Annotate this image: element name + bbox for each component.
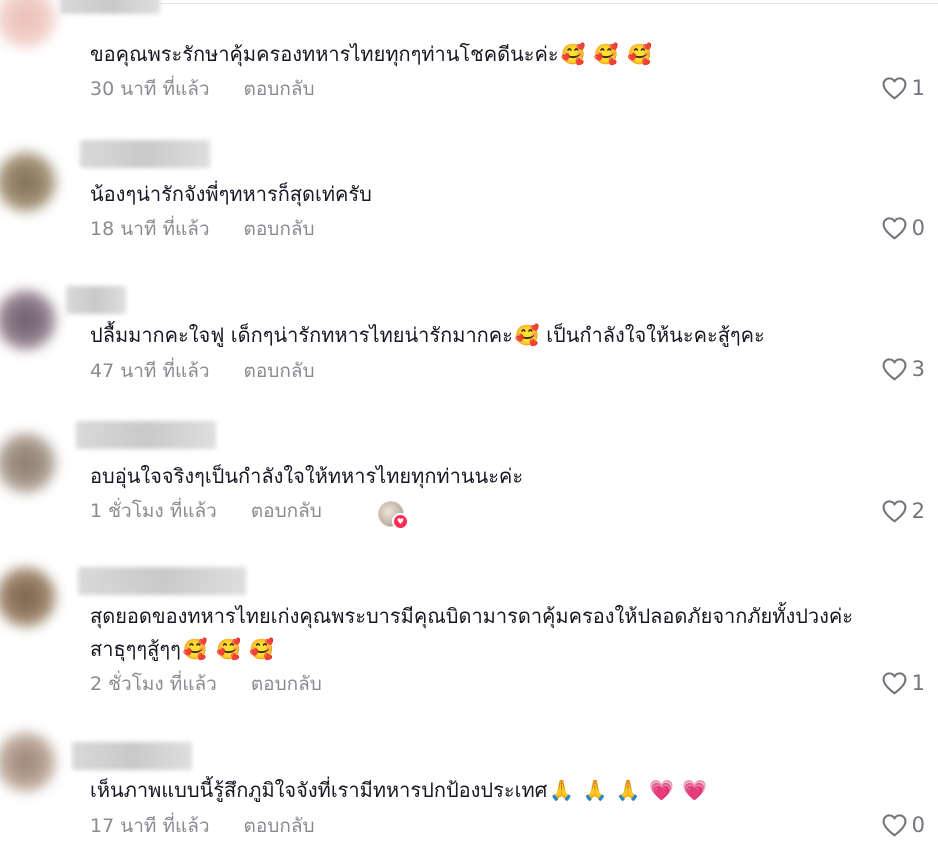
avatar[interactable] [0,433,56,493]
face-emoji: 🥰 [216,637,241,661]
heart-emoji: 💗 [649,778,675,802]
like-count: 1 [911,671,925,695]
comment-text-content: ปลื้มมากคะใจฟู เด็กๆน่ารักทหารไทยน่ารักม… [90,323,513,347]
comment-text-content: เห็นภาพแบบนี้รู้สึกภูมิใจจังที่เรามีทหาร… [90,778,548,802]
comment-text: ขอคุณพระรักษาคุ้มครองทหารไทยทุกๆท่านโชคด… [90,38,910,71]
username[interactable] [66,286,126,314]
reply-button[interactable]: ตอบกลับ [251,670,322,698]
avatar[interactable] [0,567,56,627]
praying-hands-emoji: 🙏 [582,778,608,802]
comment-item: น้องๆน่ารักจังพี่ๆทหารก็สุดเท่ครับ 18 นา… [0,120,938,260]
heart-outline-icon [882,358,907,381]
like-count: 3 [911,357,925,381]
avatar[interactable] [0,290,56,350]
avatar[interactable] [0,152,56,212]
comment-text-content: สุดยอดของทหารไทยเก่งคุณพระบารมีคุณบิดามา… [90,604,854,628]
comment-item: สุดยอดของทหารไทยเก่งคุณพระบารมีคุณบิดามา… [0,545,938,720]
like-button[interactable]: 1 [881,76,925,100]
comment-text-line-2: สาธุๆๆสู้ๆๆ 🥰 🥰 🥰 [90,633,910,666]
comment-meta: 18 นาที ที่แล้ว ตอบกลับ [90,215,315,243]
timestamp: 30 นาที ที่แล้ว [90,78,210,100]
face-emoji: 🥰 [514,323,540,347]
comment-text-content-continued: เป็นกำลังใจให้นะคะสู้ๆคะ [546,323,765,347]
comment-text: ปลื้มมากคะใจฟู เด็กๆน่ารักทหารไทยน่ารักม… [90,319,910,352]
username[interactable] [60,0,160,14]
comment-meta: 17 นาที ที่แล้ว ตอบกลับ [90,812,315,840]
heart-outline-icon [882,217,907,240]
comment-item: ปลื้มมากคะใจฟู เด็กๆน่ารักทหารไทยน่ารักม… [0,260,938,405]
creator-liked-badge: ♥ [378,501,409,530]
comment-meta: 30 นาที ที่แล้ว ตอบกลับ [90,75,315,103]
comment-item: อบอุ่นใจจริงๆเป็นกำลังใจให้ทหารไทยทุกท่า… [0,405,938,545]
reply-button[interactable]: ตอบกลับ [244,357,315,385]
comment-text: อบอุ่นใจจริงๆเป็นกำลังใจให้ทหารไทยทุกท่า… [90,460,910,493]
comment-item: เห็นภาพแบบนี้รู้สึกภูมิใจจังที่เรามีทหาร… [0,720,938,855]
praying-hands-emoji: 🙏 [615,778,641,802]
reply-button[interactable]: ตอบกลับ [244,812,315,840]
comment-text: เห็นภาพแบบนี้รู้สึกภูมิใจจังที่เรามีทหาร… [90,774,910,807]
comment-text-content-continued: สาธุๆๆสู้ๆๆ [90,637,181,661]
like-count: 2 [911,499,925,523]
face-emoji: 🥰 [249,637,275,661]
comment-meta: 1 ชั่วโมง ที่แล้ว ตอบกลับ [90,497,322,525]
avatar[interactable] [0,0,56,48]
heart-outline-icon [882,500,907,523]
comment-text-content: อบอุ่นใจจริงๆเป็นกำลังใจให้ทหารไทยทุกท่า… [90,464,524,488]
face-emoji: 🥰 [593,42,619,66]
like-count: 1 [911,76,925,100]
face-emoji: 🥰 [560,42,586,66]
like-button[interactable]: 0 [881,216,925,240]
avatar[interactable] [0,732,56,792]
timestamp: 2 ชั่วโมง ที่แล้ว [90,673,217,695]
username[interactable] [76,421,216,449]
timestamp: 17 นาที ที่แล้ว [90,815,210,837]
comment-item: ขอคุณพระรักษาคุ้มครองทหารไทยทุกๆท่านโชคด… [0,0,938,120]
reply-button[interactable]: ตอบกลับ [244,215,315,243]
reply-button[interactable]: ตอบกลับ [244,75,315,103]
comment-meta: 47 นาที ที่แล้ว ตอบกลับ [90,357,315,385]
like-button[interactable]: 0 [881,813,925,837]
like-button[interactable]: 3 [881,357,925,381]
comment-meta: 2 ชั่วโมง ที่แล้ว ตอบกลับ [90,670,322,698]
like-count: 0 [911,813,925,837]
heart-outline-icon [882,77,907,100]
heart-outline-icon [882,672,907,695]
timestamp: 18 นาที ที่แล้ว [90,218,210,240]
like-button[interactable]: 2 [881,499,925,523]
face-emoji: 🥰 [627,42,653,66]
face-emoji: 🥰 [182,637,208,661]
comment-text: สุดยอดของทหารไทยเก่งคุณพระบารมีคุณบิดามา… [90,600,910,633]
heart-icon: ♥ [392,513,409,530]
reply-button[interactable]: ตอบกลับ [251,497,322,525]
username[interactable] [72,742,192,770]
timestamp: 1 ชั่วโมง ที่แล้ว [90,500,217,522]
comment-text-content: ขอคุณพระรักษาคุ้มครองทหารไทยทุกๆท่านโชคด… [90,42,559,66]
timestamp: 47 นาที ที่แล้ว [90,360,210,382]
praying-hands-emoji: 🙏 [549,778,575,802]
heart-emoji: 💗 [682,778,708,802]
heart-outline-icon [882,814,907,837]
username[interactable] [80,140,210,168]
like-button[interactable]: 1 [881,671,925,695]
comment-text: น้องๆน่ารักจังพี่ๆทหารก็สุดเท่ครับ [90,178,910,211]
comment-text-content: น้องๆน่ารักจังพี่ๆทหารก็สุดเท่ครับ [90,182,372,206]
username[interactable] [78,567,246,595]
like-count: 0 [911,216,925,240]
